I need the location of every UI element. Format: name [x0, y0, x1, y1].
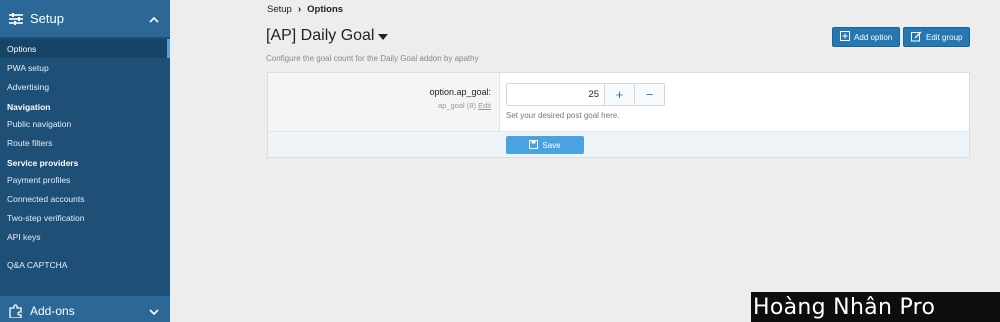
sidebar-section-navigation: Navigation — [7, 102, 51, 112]
save-button[interactable]: Save — [506, 136, 584, 154]
edit-icon — [911, 31, 922, 44]
breadcrumb: Setup › Options — [267, 4, 343, 15]
sidebar-item-options[interactable]: Options — [0, 39, 170, 58]
save-icon — [529, 139, 539, 151]
edit-group-label: Edit group — [926, 32, 963, 42]
sidebar-footer-title: Add-ons — [30, 304, 75, 318]
sidebar: Setup Options PWA setup Advertising Navi… — [0, 0, 170, 322]
sidebar-item-route-filters[interactable]: Route filters — [0, 133, 170, 152]
sidebar-item-public-navigation[interactable]: Public navigation — [0, 114, 170, 133]
watermark: Hoàng Nhân Pro — [751, 292, 1000, 322]
chevron-down-icon[interactable] — [148, 305, 160, 317]
sidebar-item-connected-accounts[interactable]: Connected accounts — [0, 189, 170, 208]
page-title[interactable]: [AP] Daily Goal — [266, 27, 389, 45]
main-content: Setup › Options [AP] Daily Goal Configur… — [170, 0, 1000, 322]
option-row: option.ap_goal: ap_goal (8) Edit + − Set… — [268, 73, 969, 131]
edit-group-button[interactable]: Edit group — [903, 27, 971, 47]
sidebar-footer-add-ons[interactable]: Add-ons — [0, 296, 170, 322]
save-label: Save — [542, 140, 561, 150]
sidebar-item-api-keys[interactable]: API keys — [0, 227, 170, 246]
sidebar-item-payment-profiles[interactable]: Payment profiles — [0, 170, 170, 189]
form-footer: Save — [268, 131, 969, 157]
plus-square-icon — [840, 31, 850, 43]
sidebar-item-advertising[interactable]: Advertising — [0, 77, 170, 96]
sidebar-header-setup[interactable]: Setup — [0, 0, 170, 37]
puzzle-icon — [8, 304, 24, 319]
chevron-up-icon[interactable] — [148, 13, 160, 25]
sidebar-item-qa-captcha[interactable]: Q&A CAPTCHA — [0, 255, 170, 274]
add-option-label: Add option — [854, 32, 893, 42]
sliders-icon — [8, 12, 24, 26]
add-option-button[interactable]: Add option — [832, 27, 901, 47]
option-label: option.ap_goal: — [429, 87, 491, 97]
decrement-button[interactable]: − — [634, 84, 664, 105]
option-label-column: option.ap_goal: ap_goal (8) Edit — [268, 73, 500, 131]
sidebar-item-two-step-verification[interactable]: Two-step verification — [0, 208, 170, 227]
option-hint: Set your desired post goal here. — [506, 111, 620, 120]
goal-stepper[interactable]: + − — [506, 83, 665, 106]
caret-down-icon[interactable] — [378, 34, 389, 40]
increment-button[interactable]: + — [604, 84, 634, 105]
option-id: ap_goal (8) — [438, 101, 476, 110]
sidebar-item-pwa-setup[interactable]: PWA setup — [0, 58, 170, 77]
page-title-text: [AP] Daily Goal — [266, 27, 375, 44]
sidebar-section-service-providers: Service providers — [7, 158, 79, 168]
breadcrumb-setup[interactable]: Setup — [267, 4, 292, 15]
sidebar-header-title: Setup — [30, 11, 64, 26]
option-sub: ap_goal (8) Edit — [438, 101, 491, 110]
goal-input[interactable] — [507, 84, 604, 105]
option-edit-link[interactable]: Edit — [478, 101, 491, 110]
page-description: Configure the goal count for the Daily G… — [266, 54, 479, 63]
options-panel: option.ap_goal: ap_goal (8) Edit + − Set… — [267, 72, 970, 158]
breadcrumb-options[interactable]: Options — [307, 4, 343, 15]
breadcrumb-separator: › — [297, 4, 302, 15]
